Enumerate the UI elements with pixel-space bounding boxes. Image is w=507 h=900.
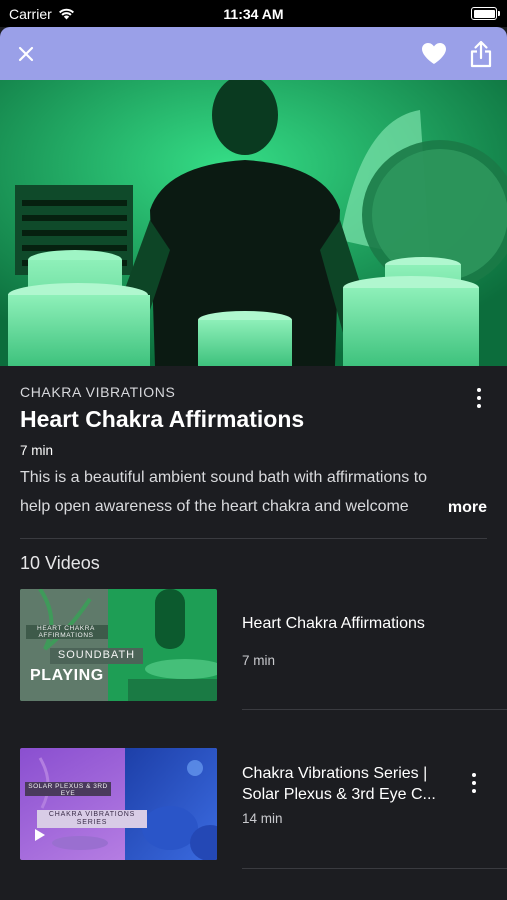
- header-actions: [421, 40, 493, 68]
- hero-video[interactable]: [0, 80, 507, 366]
- video-thumbnail: HEART CHAKRA AFFIRMATIONS SOUNDBATH PLAY…: [20, 589, 217, 701]
- play-icon: [35, 829, 45, 841]
- divider: [20, 538, 487, 539]
- list-item-duration: 7 min: [242, 653, 276, 668]
- status-time: 11:34 AM: [223, 6, 284, 22]
- video-thumbnail: SOLAR PLEXUS & 3RD EYE CHAKRA VIBRATIONS…: [20, 748, 217, 860]
- share-icon: [470, 40, 492, 67]
- status-bar: Carrier 11:34 AM: [0, 0, 507, 27]
- list-item-options-button[interactable]: [472, 773, 476, 793]
- thumbnail-caption: SOLAR PLEXUS & 3RD EYE: [28, 783, 108, 797]
- list-item-title: Chakra Vibrations Series | Solar Plexus …: [242, 765, 436, 803]
- header-bar: [0, 27, 507, 80]
- heart-icon: [422, 43, 446, 64]
- more-link[interactable]: more: [425, 493, 487, 522]
- options-button[interactable]: [477, 388, 481, 408]
- thumbnail-caption: HEART CHAKRA AFFIRMATIONS: [37, 625, 95, 639]
- favorite-button[interactable]: [421, 42, 447, 65]
- thumbnail-tag: CHAKRA VIBRATIONS SERIES: [48, 811, 136, 826]
- status-left: Carrier: [9, 6, 75, 22]
- video-description: This is a beautiful ambient sound bath w…: [20, 469, 428, 515]
- more-vertical-icon: [472, 773, 476, 777]
- divider: [242, 868, 507, 869]
- list-item-title: Heart Chakra Affirmations: [242, 615, 425, 632]
- close-button[interactable]: [18, 46, 34, 62]
- now-playing-badge: PLAYING: [30, 667, 104, 684]
- wifi-icon: [58, 8, 74, 19]
- thumbnail-image: [20, 748, 217, 860]
- thumbnail-tag: SOUNDBATH: [57, 649, 136, 661]
- divider: [242, 709, 507, 710]
- list-item[interactable]: SOLAR PLEXUS & 3RD EYE CHAKRA VIBRATIONS…: [20, 748, 487, 860]
- share-button[interactable]: [469, 40, 493, 68]
- more-vertical-icon: [477, 388, 481, 392]
- hero-image: [0, 80, 507, 366]
- list-item-duration: 14 min: [242, 811, 283, 826]
- carrier-label: Carrier: [9, 5, 52, 22]
- video-title: Heart Chakra Affirmations: [20, 406, 305, 432]
- close-icon: [18, 46, 34, 61]
- battery-icon: [471, 7, 500, 20]
- list-item[interactable]: HEART CHAKRA AFFIRMATIONS SOUNDBATH PLAY…: [20, 589, 487, 701]
- videos-count: 10 Videos: [20, 553, 100, 573]
- category-label: CHAKRA VIBRATIONS: [20, 384, 176, 400]
- video-duration: 7 min: [20, 443, 54, 458]
